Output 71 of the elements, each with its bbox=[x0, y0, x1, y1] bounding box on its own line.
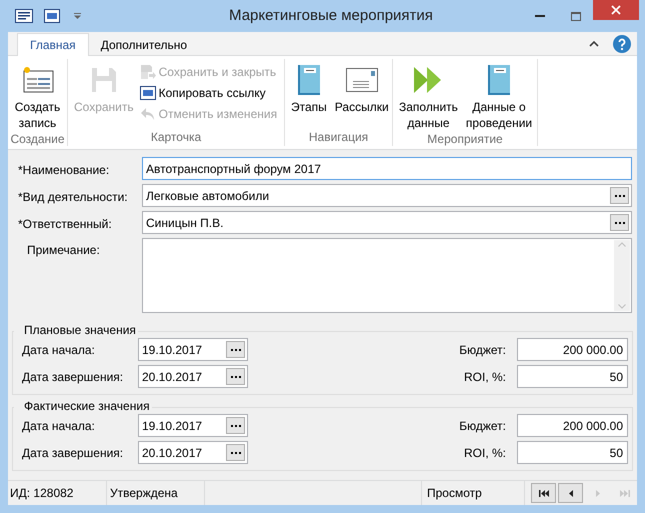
note-field[interactable] bbox=[142, 238, 632, 313]
ellipsis-button[interactable] bbox=[610, 214, 629, 231]
input-field[interactable]: Автотранспортный форум 2017 bbox=[142, 157, 632, 180]
field-label: Примечание: bbox=[26, 242, 101, 259]
ribbon-button[interactable]: Создать запись bbox=[12, 61, 63, 131]
field-label: Бюджет: bbox=[458, 342, 507, 358]
record-id: ИД: 128082 bbox=[8, 481, 107, 505]
help-icon[interactable] bbox=[613, 34, 631, 52]
record-status: Утверждена bbox=[107, 481, 205, 505]
date-field[interactable]: 20.10.2017 bbox=[138, 365, 248, 388]
close-button[interactable] bbox=[593, 0, 639, 20]
text-field-icon[interactable] bbox=[44, 9, 60, 23]
ellipsis-button[interactable] bbox=[226, 341, 245, 358]
undo-icon bbox=[140, 106, 156, 122]
number-field[interactable]: 50 bbox=[517, 365, 628, 388]
book-icon bbox=[487, 64, 512, 96]
number-field[interactable]: 200 000.00 bbox=[517, 338, 628, 361]
window-title: Маркетинговые мероприятия bbox=[228, 6, 434, 26]
text-field-icon bbox=[140, 86, 156, 100]
group-label: Карточка bbox=[150, 129, 202, 146]
field-label: ROI, %: bbox=[462, 444, 507, 462]
scroll-down-icon bbox=[618, 304, 626, 309]
field-label: ROI, %: bbox=[462, 368, 507, 386]
number-field[interactable]: 50 bbox=[517, 441, 628, 464]
field-label: Дата начала: bbox=[21, 342, 96, 358]
group-label: Мероприятие bbox=[426, 131, 504, 148]
ribbon-button[interactable]: Заполнить данные bbox=[397, 61, 460, 131]
new-record-icon bbox=[20, 65, 54, 95]
ribbon-button[interactable]: Этапы bbox=[289, 61, 329, 129]
dropdown-icon[interactable] bbox=[74, 13, 81, 19]
field-label: Дата завершения: bbox=[21, 368, 124, 386]
last-record-icon bbox=[620, 488, 630, 498]
collapse-icon[interactable] bbox=[589, 40, 599, 47]
save-close-icon bbox=[140, 64, 156, 80]
book-icon bbox=[296, 64, 321, 96]
form-icon[interactable] bbox=[15, 9, 33, 23]
field-label: *Наименование: bbox=[18, 162, 110, 179]
close-icon bbox=[611, 5, 621, 15]
record-nav-button[interactable] bbox=[558, 483, 583, 503]
scrollbar[interactable] bbox=[614, 240, 630, 311]
ribbon-button[interactable]: Данные о проведении bbox=[464, 61, 534, 131]
record-nav-button[interactable] bbox=[531, 483, 556, 503]
field-label: *Ответственный: bbox=[18, 216, 113, 233]
input-field[interactable]: Легковые автомобили bbox=[142, 184, 632, 207]
number-field[interactable]: 200 000.00 bbox=[517, 414, 628, 437]
ellipsis-button[interactable] bbox=[226, 368, 245, 385]
date-field[interactable]: 19.10.2017 bbox=[138, 414, 248, 437]
minimize-icon[interactable] bbox=[535, 14, 545, 18]
ellipsis-button[interactable] bbox=[226, 444, 245, 461]
input-field[interactable]: Синицын П.В. bbox=[142, 211, 632, 234]
field-label: Дата завершения: bbox=[21, 444, 124, 462]
date-field[interactable]: 19.10.2017 bbox=[138, 338, 248, 361]
envelope-icon bbox=[344, 66, 379, 94]
ellipsis-button[interactable] bbox=[226, 417, 245, 434]
field-label: *Вид деятельности: bbox=[18, 189, 129, 206]
ribbon-tab[interactable]: Дополнительно bbox=[88, 33, 200, 56]
field-label: Бюджет: bbox=[458, 418, 507, 434]
first-record-icon bbox=[538, 488, 548, 498]
section-title: Фактические значения bbox=[14, 399, 152, 413]
ribbon-button[interactable]: Рассылки bbox=[332, 61, 391, 129]
ribbon-tab[interactable]: Главная bbox=[17, 33, 89, 56]
section-title: Плановые значения bbox=[14, 323, 138, 337]
field-label: Дата начала: bbox=[21, 418, 96, 434]
ribbon-button[interactable]: Копировать ссылку bbox=[140, 84, 278, 102]
date-field[interactable]: 20.10.2017 bbox=[138, 441, 248, 464]
group-label: Навигация bbox=[308, 129, 370, 146]
maximize-icon[interactable] bbox=[571, 12, 581, 20]
ellipsis-button[interactable] bbox=[610, 187, 629, 204]
scroll-up-icon bbox=[618, 242, 626, 247]
group-label: Создание bbox=[9, 131, 66, 148]
view-mode: Просмотр bbox=[422, 481, 525, 505]
